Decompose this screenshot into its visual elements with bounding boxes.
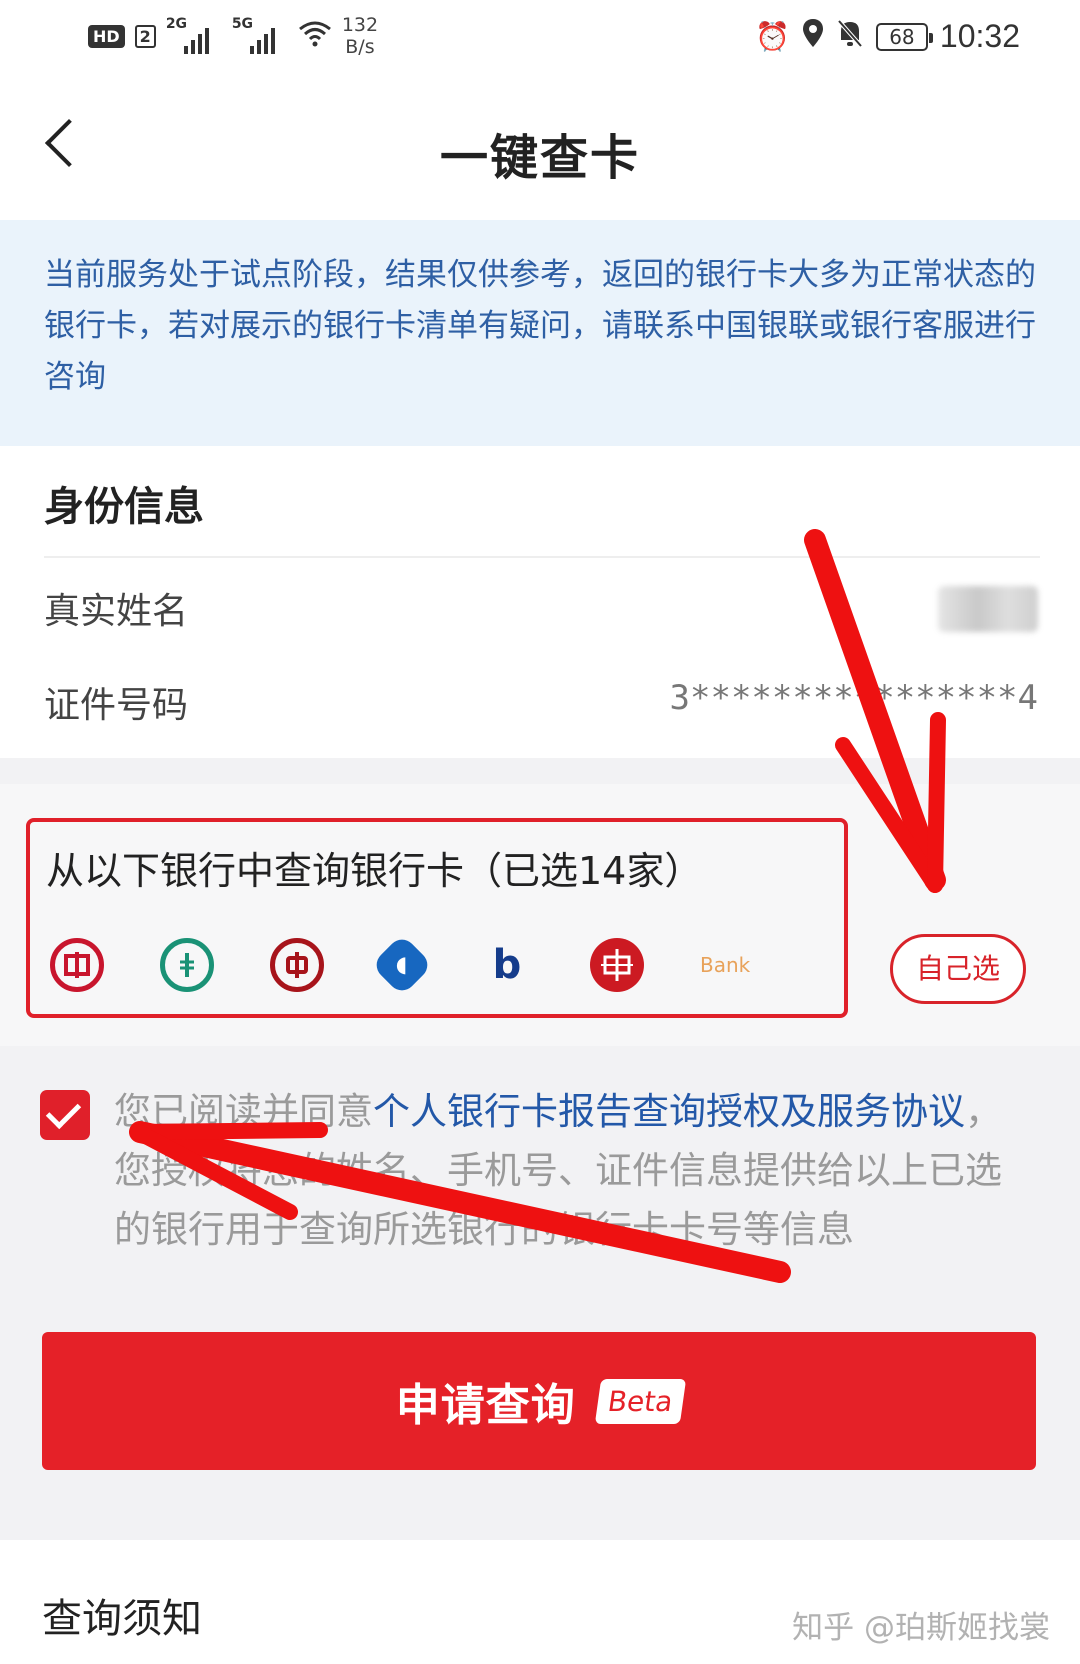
apply-query-button[interactable]: 申请查询 Beta [42,1332,1036,1470]
abc-logo-icon [160,938,214,992]
status-bar-left: HD 2 2G 5G 132 B/s [88,14,378,58]
identity-section: 身份信息 真实姓名 证件号码 3****************4 [0,446,1080,758]
query-notes-title: 查询须知 [42,1596,202,1642]
battery-icon: 68 [875,22,933,51]
apply-query-label: 申请查询 [395,1380,576,1431]
id-number-value: 3****************4 [669,678,1038,718]
bocom-logo-icon: b [492,942,522,988]
ccb-logo-icon: ◖ [370,933,434,997]
page-title: 一键查卡 [439,130,640,186]
hd-icon: HD [88,24,125,48]
network-speed: 132 B/s [342,14,378,58]
mute-bell-icon [836,18,864,55]
icbc-logo-icon [50,938,104,992]
network-speed-unit: B/s [345,36,375,58]
network-speed-value: 132 [341,14,379,36]
alarm-icon: ⏰ [755,20,790,53]
boc-logo-icon [270,938,324,992]
status-bar-right: ⏰ 68 10:32 [755,18,1020,55]
more-bank-logo-icon: Bank [700,953,751,977]
agreement-text: 您已阅读并同意个人银行卡报告查询授权及服务协议，您授权将您的姓名、手机号、证件信… [114,1082,1024,1259]
query-notes-section: 查询须知 知乎 @珀斯姬找裳 [0,1540,1080,1664]
agreement-checkbox[interactable] [40,1090,90,1140]
notice-text: 当前服务处于试点阶段，结果仅供参考，返回的银行卡大多为正常状态的银行卡，若对展示… [44,257,1036,395]
agreement-prefix: 您已阅读并同意 [114,1090,373,1133]
watermark: 知乎 @珀斯姬找裳 [792,1610,1050,1646]
id-number-label: 证件号码 [44,685,189,726]
status-bar: HD 2 2G 5G 132 B/s ⏰ 68 10:32 [0,0,1080,80]
bank-section: 从以下银行中查询银行卡（已选14家） ◖ b Bank 自己选 [0,784,1080,1046]
agreement-link[interactable]: 个人银行卡报告查询授权及服务协议 [373,1090,965,1133]
signal-5g-icon: 5G [232,16,288,56]
wifi-icon [298,19,332,54]
notice-banner: 当前服务处于试点阶段，结果仅供参考，返回的银行卡大多为正常状态的银行卡，若对展示… [0,220,1080,446]
clock: 10:32 [939,18,1020,54]
bank-selection-box[interactable]: 从以下银行中查询银行卡（已选14家） ◖ b Bank [26,818,848,1018]
divider [44,556,1040,558]
identity-title: 身份信息 [44,484,204,530]
self-select-button[interactable]: 自己选 [890,934,1026,1004]
signal-2g-icon: 2G [166,16,222,56]
bank-selection-title: 从以下银行中查询银行卡（已选14家） [46,849,703,893]
blurred-name-value [938,586,1038,632]
beta-badge: Beta [594,1378,686,1424]
real-name-label: 真实姓名 [44,591,189,632]
sim-icon: 2 [134,24,156,48]
citic-logo-icon [590,938,644,992]
location-icon [802,18,824,55]
bank-logo-list: ◖ b Bank [50,933,751,997]
nav-bar: 一键查卡 [0,80,1080,220]
